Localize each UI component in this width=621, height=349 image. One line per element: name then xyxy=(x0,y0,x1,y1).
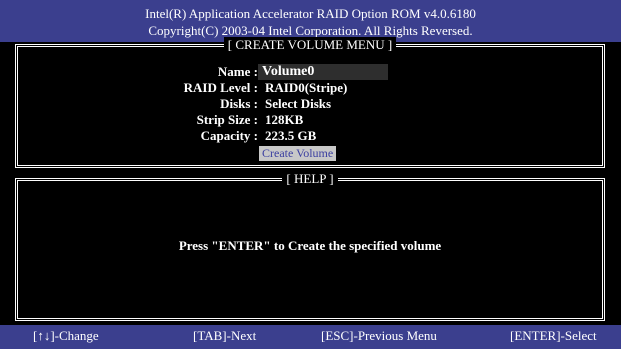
help-title: [ HELP ] xyxy=(282,171,338,186)
change-key-hint: [↑↓]-Change xyxy=(33,328,99,343)
raid-level-label: RAID Level : xyxy=(183,80,258,95)
raid-level-value[interactable]: RAID0(Stripe) xyxy=(265,80,347,96)
strip-size-label: Strip Size : xyxy=(196,112,258,127)
name-label: Name : xyxy=(217,64,258,79)
disks-label: Disks : xyxy=(220,96,258,111)
create-volume-title: [ CREATE VOLUME MENU ] xyxy=(223,37,397,52)
capacity-value[interactable]: 223.5 GB xyxy=(265,128,316,144)
disks-row[interactable]: Disks : Select Disks xyxy=(18,96,578,113)
strip-size-value[interactable]: 128KB xyxy=(265,112,303,128)
capacity-row[interactable]: Capacity : 223.5 GB xyxy=(18,128,578,145)
previous-menu-key-hint: [ESC]-Previous Menu xyxy=(321,328,437,343)
help-text: Press "ENTER" to Create the specified vo… xyxy=(178,238,442,253)
raid-level-row[interactable]: RAID Level : RAID0(Stripe) xyxy=(18,80,578,97)
title-line-1: Intel(R) Application Accelerator RAID Op… xyxy=(145,6,476,21)
create-volume-button[interactable]: Create Volume xyxy=(259,146,337,161)
capacity-label: Capacity : xyxy=(200,128,258,143)
select-key-hint: [ENTER]-Select xyxy=(510,328,597,343)
key-hint-bar: [↑↓]-Change [TAB]-Next [ESC]-Previous Me… xyxy=(0,325,621,349)
next-key-hint: [TAB]-Next xyxy=(193,328,257,343)
title-bar: Intel(R) Application Accelerator RAID Op… xyxy=(0,0,621,42)
name-input[interactable]: Volume0 xyxy=(258,64,388,80)
disks-value[interactable]: Select Disks xyxy=(265,96,331,112)
strip-size-row[interactable]: Strip Size : 128KB xyxy=(18,112,578,129)
create-volume-panel: [ CREATE VOLUME MENU ] Name : Volume0 RA… xyxy=(15,37,605,168)
help-panel: [ HELP ] Press "ENTER" to Create the spe… xyxy=(15,171,605,321)
name-row[interactable]: Name : Volume0 xyxy=(18,64,578,81)
